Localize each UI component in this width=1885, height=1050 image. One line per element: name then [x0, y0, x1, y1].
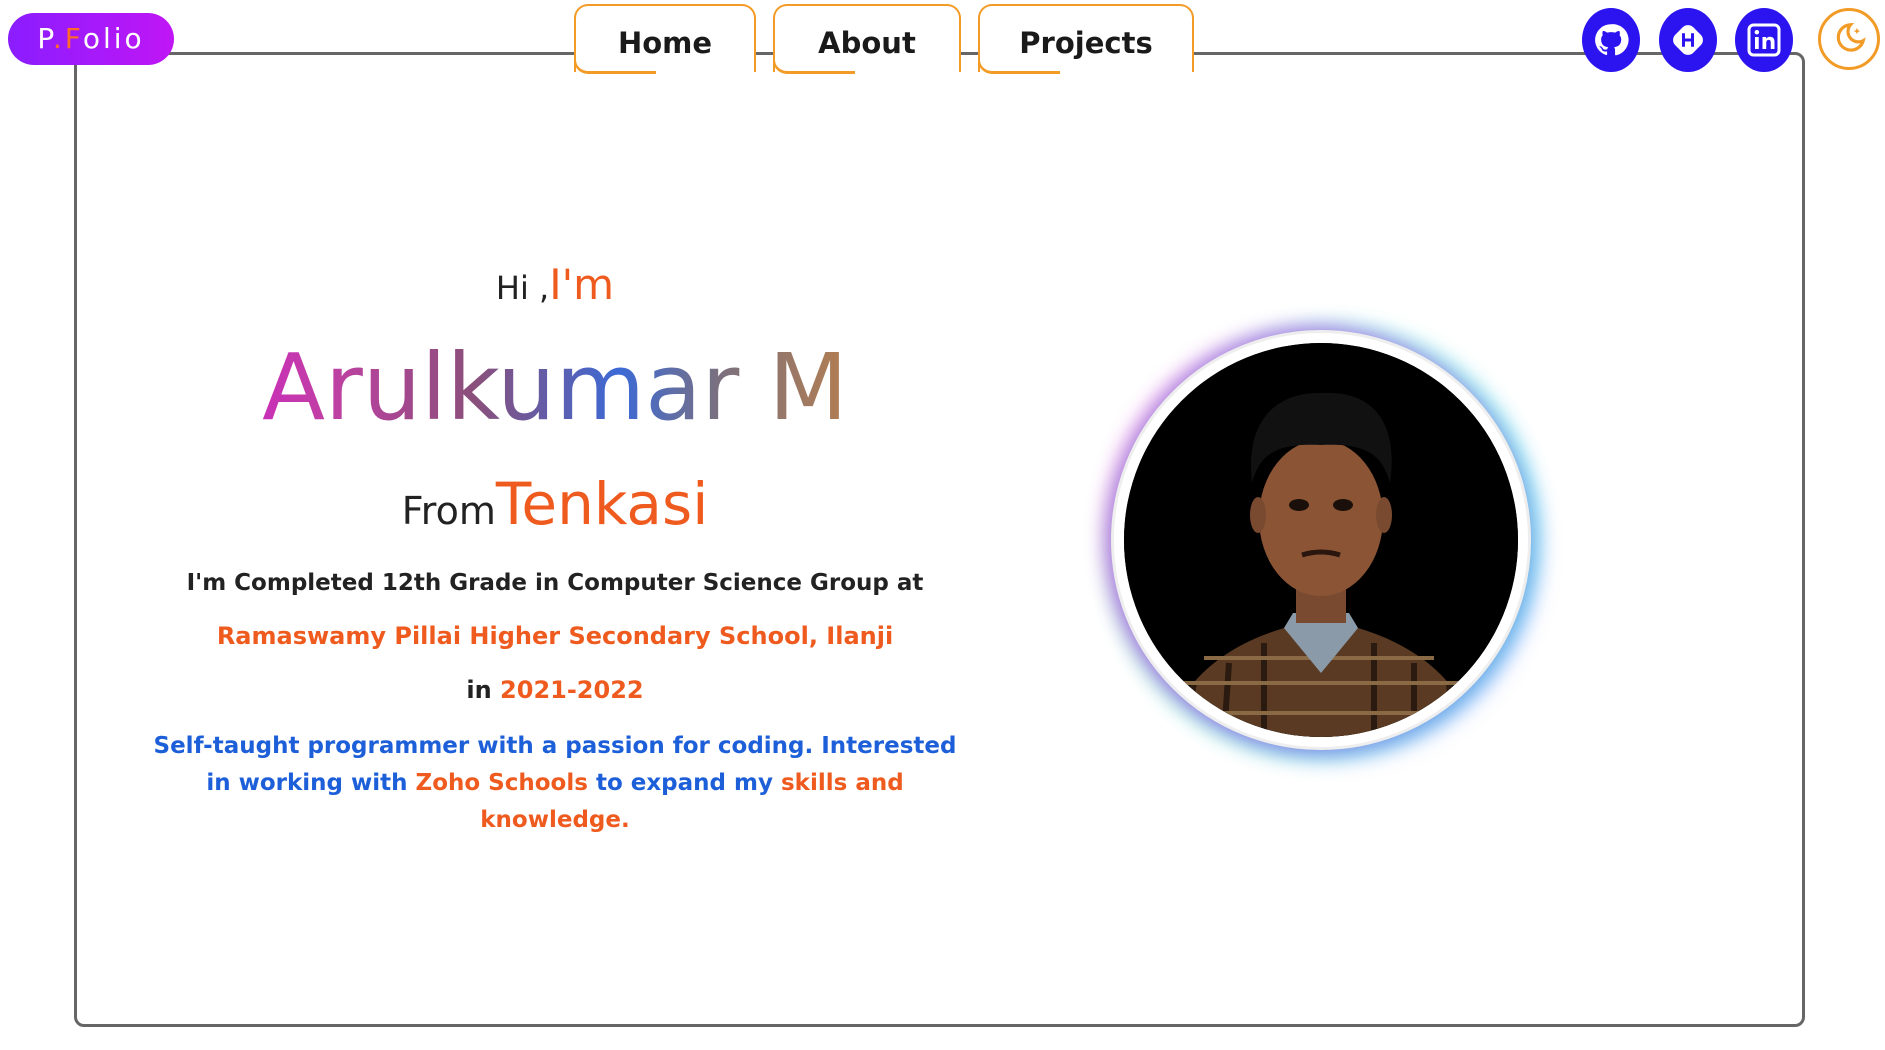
- logo-dot: .: [52, 22, 65, 55]
- nav-home[interactable]: Home: [574, 4, 756, 74]
- years-line: in 2021-2022: [150, 676, 960, 704]
- greeting-im: I'm: [549, 260, 615, 309]
- hero-section: Hi ,I'm Arulkumar M FromTenkasi I'm Comp…: [150, 260, 960, 839]
- logo-rest: olio: [82, 22, 145, 55]
- github-link[interactable]: [1582, 8, 1640, 72]
- nav-about-label: About: [818, 26, 916, 60]
- from-line: FromTenkasi: [150, 470, 960, 540]
- hashnode-link[interactable]: [1659, 8, 1717, 72]
- avatar-ring: [1111, 330, 1531, 750]
- bio-zoho: Zoho Schools: [415, 770, 588, 796]
- city: Tenkasi: [495, 470, 709, 538]
- theme-toggle[interactable]: [1818, 8, 1880, 70]
- from-label: From: [401, 489, 496, 533]
- greeting-hi: Hi ,: [495, 269, 550, 307]
- bio-part-2: to expand my: [587, 770, 781, 796]
- avatar: [1124, 343, 1518, 737]
- hero-name: Arulkumar M: [150, 328, 960, 448]
- bio: Self-taught programmer with a passion fo…: [150, 728, 960, 839]
- greeting: Hi ,I'm: [150, 260, 960, 320]
- hashnode-icon: [1673, 25, 1703, 55]
- years-in-label: in: [466, 676, 501, 704]
- nav-projects[interactable]: Projects: [978, 4, 1194, 74]
- nav-projects-label: Projects: [1019, 26, 1153, 60]
- logo-prefix: P: [37, 22, 53, 55]
- nav-home-label: Home: [617, 26, 713, 60]
- nav-about[interactable]: About: [773, 4, 961, 74]
- education-line: I'm Completed 12th Grade in Computer Sci…: [186, 570, 924, 596]
- profile-photo: [1124, 343, 1518, 737]
- github-icon: [1595, 24, 1629, 56]
- moon-icon: [1836, 23, 1866, 52]
- years: 2021-2022: [500, 676, 644, 704]
- linkedin-link[interactable]: [1735, 8, 1793, 72]
- logo-accent: F: [64, 22, 83, 55]
- logo[interactable]: P.Folio: [8, 13, 174, 65]
- linkedin-icon: [1747, 23, 1781, 57]
- school-name: Ramaswamy Pillai Higher Secondary School…: [216, 622, 894, 650]
